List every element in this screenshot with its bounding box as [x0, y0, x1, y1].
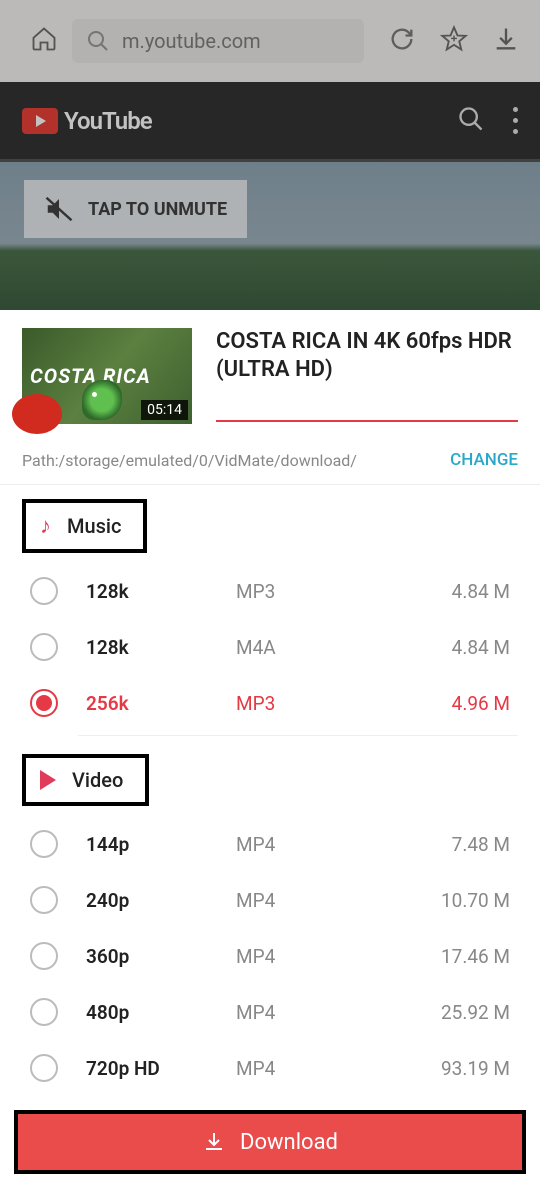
change-path-button[interactable]: CHANGE — [450, 450, 518, 470]
radio-icon — [30, 886, 58, 914]
video-options-list: 144p MP4 7.48 M 240p MP4 10.70 M 360p MP… — [0, 816, 540, 1096]
video-duration: 05:14 — [141, 400, 188, 420]
option-quality: 128k — [86, 580, 236, 603]
option-size: 7.48 M — [336, 833, 510, 856]
download-panel: COSTA RICA 05:14 COSTA RICA IN 4K 60fps … — [0, 310, 540, 1188]
video-option[interactable]: 240p MP4 10.70 M — [22, 872, 518, 928]
download-button-label: Download — [240, 1130, 338, 1155]
dimmed-background-overlay — [0, 0, 540, 310]
option-quality: 480p — [86, 1001, 236, 1024]
option-size: 4.84 M — [336, 580, 510, 603]
option-size: 4.96 M — [336, 692, 510, 715]
option-size: 25.92 M — [336, 1001, 510, 1024]
download-path-text: Path:/storage/emulated/0/VidMate/downloa… — [22, 451, 450, 470]
music-section-box: ♪ Music — [22, 499, 147, 553]
radio-icon — [30, 942, 58, 970]
video-section-label: Video — [72, 768, 123, 792]
option-format: M4A — [236, 636, 336, 659]
option-quality: 256k — [86, 692, 236, 715]
video-option[interactable]: 480p MP4 25.92 M — [22, 984, 518, 1040]
section-divider — [78, 735, 518, 736]
option-format: MP3 — [236, 580, 336, 603]
radio-icon — [30, 830, 58, 858]
thumbnail-text: COSTA RICA — [22, 364, 151, 388]
radio-icon — [30, 998, 58, 1026]
download-arrow-icon — [202, 1130, 226, 1154]
music-option[interactable]: 128k M4A 4.84 M — [22, 619, 518, 675]
video-option[interactable]: 360p MP4 17.46 M — [22, 928, 518, 984]
video-title: COSTA RICA IN 4K 60fps HDR (ULTRA HD) — [216, 328, 518, 383]
title-underline — [216, 420, 518, 422]
radio-icon — [30, 1054, 58, 1082]
option-format: MP3 — [236, 692, 336, 715]
option-size: 10.70 M — [336, 889, 510, 912]
option-quality: 128k — [86, 636, 236, 659]
video-option[interactable]: 720p HD MP4 93.19 M — [22, 1040, 518, 1096]
option-format: MP4 — [236, 945, 336, 968]
video-option[interactable]: 144p MP4 7.48 M — [22, 816, 518, 872]
music-option-selected[interactable]: 256k MP3 4.96 M — [22, 675, 518, 731]
option-quality: 240p — [86, 889, 236, 912]
option-size: 4.84 M — [336, 636, 510, 659]
option-format: MP4 — [236, 889, 336, 912]
video-section-box: Video — [22, 754, 149, 806]
music-option[interactable]: 128k MP3 4.84 M — [22, 563, 518, 619]
video-thumbnail[interactable]: COSTA RICA 05:14 — [22, 328, 192, 424]
option-quality: 720p HD — [86, 1057, 236, 1080]
video-section-header: Video — [0, 740, 540, 816]
download-button[interactable]: Download — [14, 1110, 526, 1174]
download-path-row: Path:/storage/emulated/0/VidMate/downloa… — [0, 434, 540, 485]
option-size: 17.46 M — [336, 945, 510, 968]
option-format: MP4 — [236, 833, 336, 856]
option-quality: 144p — [86, 833, 236, 856]
radio-icon — [30, 577, 58, 605]
option-format: MP4 — [236, 1001, 336, 1024]
option-size: 93.19 M — [336, 1057, 510, 1080]
video-play-icon — [40, 770, 56, 790]
music-section-header: ♪ Music — [0, 485, 540, 563]
video-title-row: COSTA RICA 05:14 COSTA RICA IN 4K 60fps … — [0, 310, 540, 434]
music-section-label: Music — [67, 514, 121, 538]
option-quality: 360p — [86, 945, 236, 968]
music-note-icon: ♪ — [40, 513, 51, 539]
radio-selected-icon — [30, 689, 58, 717]
option-format: MP4 — [236, 1057, 336, 1080]
radio-icon — [30, 633, 58, 661]
music-options-list: 128k MP3 4.84 M 128k M4A 4.84 M 256k MP3… — [0, 563, 540, 736]
